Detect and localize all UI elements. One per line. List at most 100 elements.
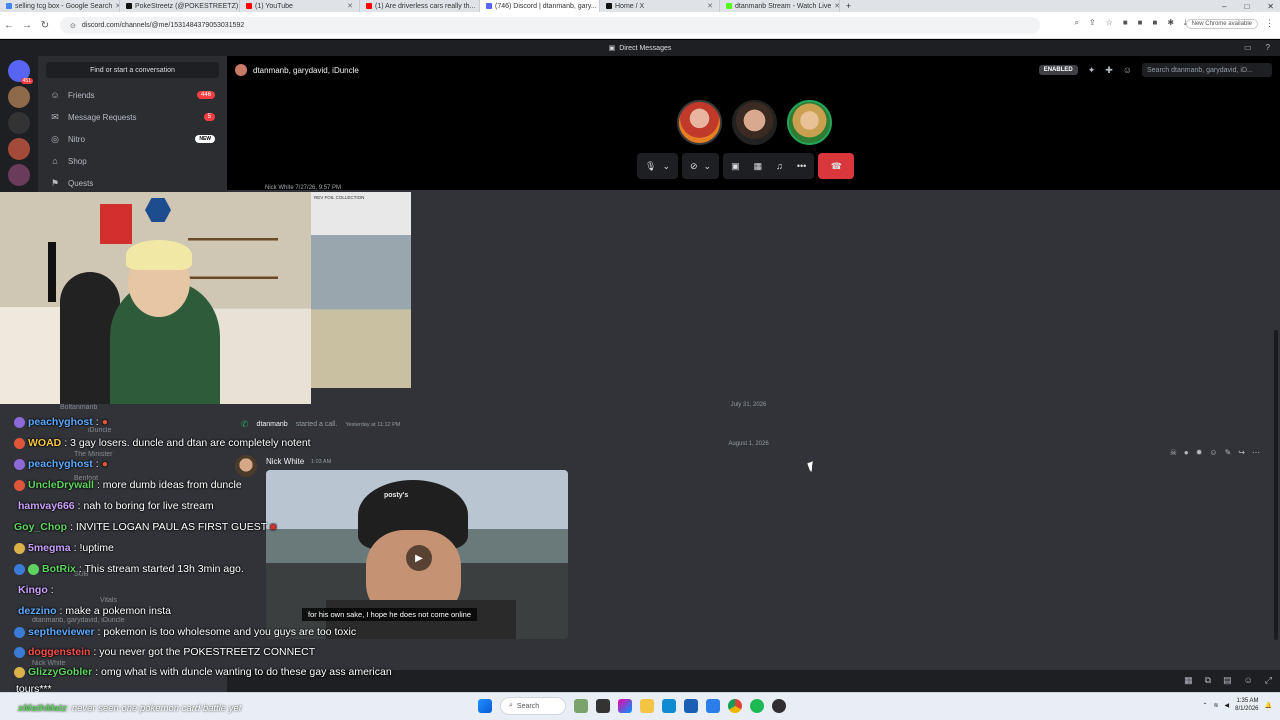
chat-username[interactable]: WOAD bbox=[28, 437, 61, 449]
layout-icon[interactable]: ▤ bbox=[1223, 675, 1232, 686]
chat-username[interactable]: dezzino bbox=[18, 605, 57, 617]
browser-tab-active[interactable]: (746) Discord | dtanmanb, gary...✕ bbox=[480, 0, 600, 12]
chat-username[interactable]: BotRix bbox=[42, 563, 76, 575]
spotify-icon[interactable] bbox=[750, 699, 764, 713]
chat-username[interactable]: hamvay666 bbox=[18, 500, 75, 512]
task-view-icon[interactable] bbox=[596, 699, 610, 713]
address-bar[interactable]: ⊙ discord.com/channels/@me/1531484379053… bbox=[60, 17, 1040, 34]
browser-tab[interactable]: (1) Are driverless cars really th...✕ bbox=[360, 0, 480, 12]
site-info-icon[interactable]: ⊙ bbox=[70, 22, 76, 30]
notification-bell-icon[interactable]: 🔔 bbox=[1265, 702, 1272, 709]
forward-icon[interactable]: ↪ bbox=[1238, 448, 1245, 457]
browser-tab[interactable]: (1) YouTube ✕ bbox=[240, 0, 360, 12]
update-chrome-button[interactable]: New Chrome available bbox=[1185, 19, 1258, 29]
widgets-icon[interactable] bbox=[574, 699, 588, 713]
reaction-icon[interactable]: ● bbox=[1184, 448, 1189, 457]
chat-username[interactable]: peachyghost bbox=[28, 416, 93, 428]
reload-icon[interactable]: ↻ bbox=[36, 20, 54, 31]
skull-reaction-icon[interactable]: ☠ bbox=[1170, 448, 1177, 457]
chat-username[interactable]: Goy_Chop bbox=[14, 521, 67, 533]
search-input[interactable]: Search dtanmanb, garydavid, iD... bbox=[1142, 63, 1272, 77]
screen-share-icon[interactable]: ▣ bbox=[731, 161, 740, 172]
obs-icon[interactable] bbox=[772, 699, 786, 713]
mute-button[interactable]: 🎙 ⌄ bbox=[637, 153, 678, 179]
add-member-icon[interactable]: ✚ bbox=[1105, 65, 1113, 76]
volume-icon[interactable]: ◀ bbox=[1225, 702, 1230, 709]
discord-home-icon[interactable]: 451 bbox=[8, 60, 33, 84]
sidebar-item-message-requests[interactable]: ✉ Message Requests 5 bbox=[38, 106, 227, 128]
share-icon[interactable]: ⇪ bbox=[1089, 18, 1096, 28]
participant-avatar[interactable] bbox=[787, 100, 832, 145]
sidebar-item-friends[interactable]: ☺ Friends 446 bbox=[38, 84, 227, 106]
chat-username[interactable]: peachyghost bbox=[28, 458, 93, 470]
windows-start-icon[interactable] bbox=[478, 699, 492, 713]
edge-icon[interactable] bbox=[662, 699, 676, 713]
members-icon[interactable]: ☺ bbox=[1123, 65, 1132, 75]
extensions-puzzle-icon[interactable]: ✱ bbox=[1167, 18, 1174, 28]
close-tab-icon[interactable]: ✕ bbox=[707, 2, 713, 10]
more-options-icon[interactable]: ••• bbox=[797, 161, 806, 171]
app-icon[interactable] bbox=[706, 699, 720, 713]
back-arrow-icon[interactable]: ← bbox=[0, 20, 18, 31]
chat-username[interactable]: septheviewer bbox=[28, 626, 95, 638]
browser-menu-icon[interactable]: ⋮ bbox=[1265, 18, 1274, 29]
enabled-badge[interactable]: ENABLED bbox=[1038, 65, 1078, 75]
close-tab-icon[interactable]: ✕ bbox=[347, 2, 353, 10]
chat-username[interactable]: 5megma bbox=[28, 542, 71, 554]
disconnect-button[interactable]: ☎ bbox=[818, 153, 855, 179]
camera-button[interactable]: ⊘ ⌄ bbox=[681, 153, 720, 179]
browser-tab[interactable]: Home / X ✕ bbox=[600, 0, 720, 12]
chat-username[interactable]: doggenstein bbox=[28, 646, 90, 658]
sidebar-item-quests[interactable]: ⚑ Quests bbox=[38, 172, 227, 194]
app-icon[interactable] bbox=[684, 699, 698, 713]
chrome-icon[interactable] bbox=[728, 699, 742, 713]
find-conversation-button[interactable]: Find or start a conversation bbox=[46, 62, 219, 78]
browser-tab[interactable]: selling tcg box - Google Search✕ bbox=[0, 0, 120, 12]
server-icon[interactable] bbox=[8, 112, 30, 134]
file-explorer-icon[interactable] bbox=[640, 699, 654, 713]
bookmark-star-icon[interactable]: ☆ bbox=[1106, 18, 1113, 28]
maximize-button[interactable]: □ bbox=[1244, 2, 1249, 11]
minimize-button[interactable]: – bbox=[1222, 2, 1226, 11]
tray-chevron-icon[interactable]: ⌃ bbox=[1202, 702, 1207, 709]
grid-view-icon[interactable]: ▦ bbox=[1184, 675, 1193, 686]
chevron-down-icon[interactable]: ⌄ bbox=[662, 161, 670, 172]
server-icon[interactable] bbox=[8, 164, 30, 186]
sidebar-item-shop[interactable]: ⌂ Shop bbox=[38, 150, 227, 172]
pin-icon[interactable]: ✦ bbox=[1088, 65, 1096, 76]
participant-avatar[interactable] bbox=[732, 100, 777, 145]
add-reaction-icon[interactable]: ☺ bbox=[1209, 448, 1217, 457]
chat-username[interactable]: xMathMatz bbox=[18, 703, 67, 714]
extension-icon[interactable]: ■ bbox=[1138, 18, 1143, 28]
more-icon[interactable]: ⋯ bbox=[1252, 448, 1260, 457]
browser-tab[interactable]: dtanmanb Stream - Watch Live ✕ bbox=[720, 0, 840, 12]
activities-icon[interactable]: ▦ bbox=[754, 161, 763, 172]
inbox-icon[interactable]: ▭ bbox=[1244, 43, 1252, 52]
clock[interactable]: 1:35 AM 8/1/2026 bbox=[1235, 697, 1258, 713]
chat-username[interactable]: GlizzyGobler bbox=[28, 666, 92, 678]
extension-icon[interactable]: ■ bbox=[1123, 18, 1128, 28]
fire-reaction-icon[interactable]: ✹ bbox=[1196, 448, 1203, 457]
chat-username[interactable]: UncleDrywall bbox=[28, 479, 94, 491]
new-tab-button[interactable]: + bbox=[840, 1, 857, 11]
sidebar-item-nitro[interactable]: ◎ Nitro NEW bbox=[38, 128, 227, 150]
taskbar-search[interactable]: ⌕ Search bbox=[500, 697, 566, 715]
browser-tab[interactable]: PokeStreetz (@POKESTREETZ)✕ bbox=[120, 0, 240, 12]
server-icon[interactable] bbox=[8, 86, 30, 108]
emoji-icon[interactable]: ☺ bbox=[1244, 675, 1253, 686]
chevron-down-icon[interactable]: ⌄ bbox=[704, 161, 712, 172]
close-window-button[interactable]: ✕ bbox=[1267, 2, 1274, 11]
scrollbar[interactable] bbox=[1274, 330, 1278, 640]
participant-avatar[interactable] bbox=[677, 100, 722, 145]
expand-icon[interactable]: ⤢ bbox=[1265, 675, 1272, 686]
server-icon[interactable] bbox=[8, 138, 30, 160]
copilot-icon[interactable] bbox=[618, 699, 632, 713]
help-icon[interactable]: ? bbox=[1266, 43, 1270, 52]
extension-icon[interactable]: ■ bbox=[1153, 18, 1158, 28]
soundboard-icon[interactable]: ♫ bbox=[776, 161, 783, 171]
popout-icon[interactable]: ⧉ bbox=[1205, 675, 1211, 686]
wifi-icon[interactable]: ≋ bbox=[1214, 702, 1219, 709]
chat-username[interactable]: Kingo bbox=[18, 584, 48, 596]
edit-icon[interactable]: ✎ bbox=[1225, 448, 1232, 457]
zoom-icon[interactable]: ⌕ bbox=[1074, 18, 1078, 28]
